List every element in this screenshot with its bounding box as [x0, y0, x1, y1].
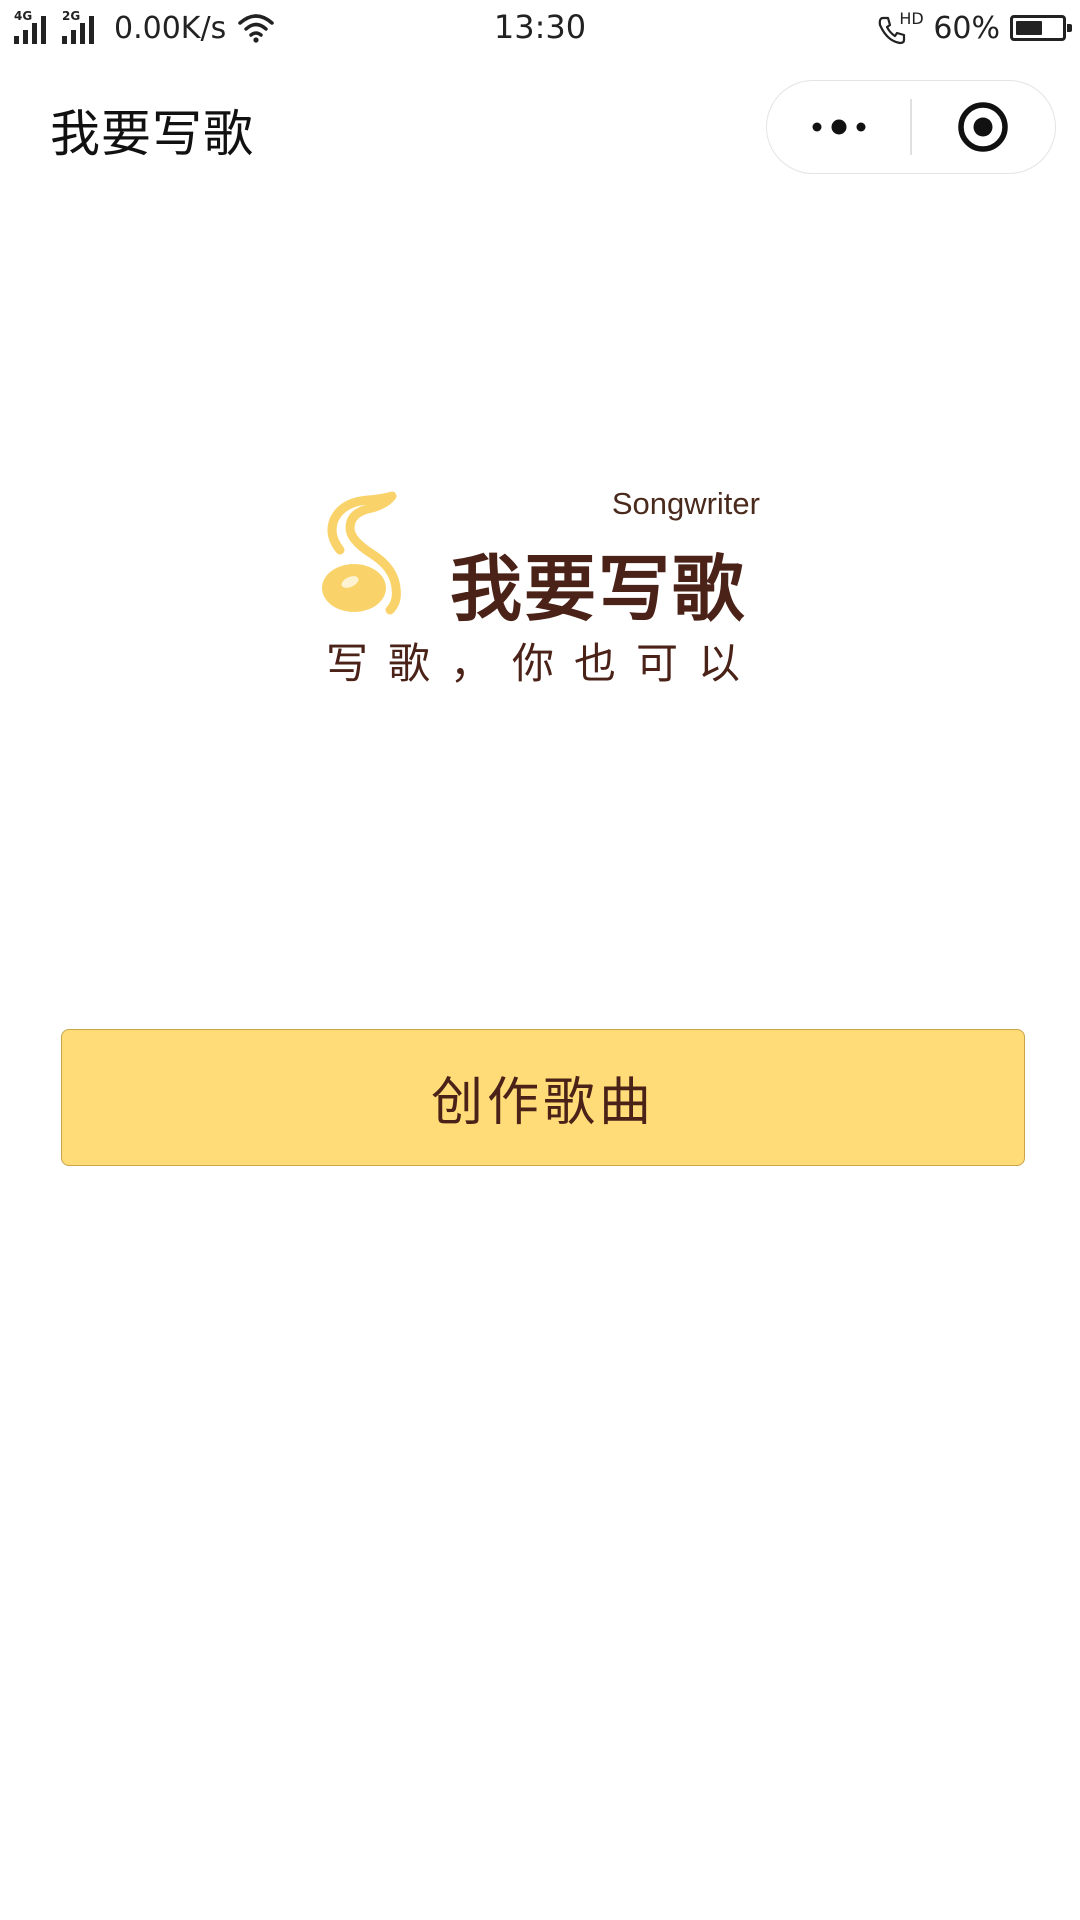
nav-bar: 我要写歌 [0, 56, 1080, 200]
battery-percent: 60% [933, 10, 1000, 46]
status-right: HD 60% [877, 8, 1072, 48]
hd-badge: HD [899, 9, 924, 28]
page: 4G 2G 0.00K/s 13:30 HD 60% 我要写歌 Songwrit… [0, 0, 1080, 1920]
battery-icon [1010, 15, 1072, 41]
more-dots-icon [812, 119, 866, 135]
status-bar: 4G 2G 0.00K/s 13:30 HD 60% [0, 0, 1080, 56]
close-miniprogram-button[interactable] [912, 81, 1055, 173]
app-logo: Songwriter 我要写歌 写歌，你也可以 [320, 480, 760, 690]
battery-fill [1016, 21, 1042, 35]
logo-name: 我要写歌 [450, 547, 747, 631]
create-song-button[interactable]: 创作歌曲 [61, 1029, 1025, 1166]
page-title: 我要写歌 [50, 105, 254, 163]
menu-capsule [766, 80, 1056, 174]
more-button[interactable] [767, 81, 910, 173]
music-note-logo-icon [322, 491, 401, 615]
hd-call-icon: HD [877, 9, 924, 45]
logo-subtitle: Songwriter [611, 486, 760, 521]
target-circle-icon [958, 102, 1009, 152]
logo-slogan: 写歌，你也可以 [326, 639, 761, 688]
